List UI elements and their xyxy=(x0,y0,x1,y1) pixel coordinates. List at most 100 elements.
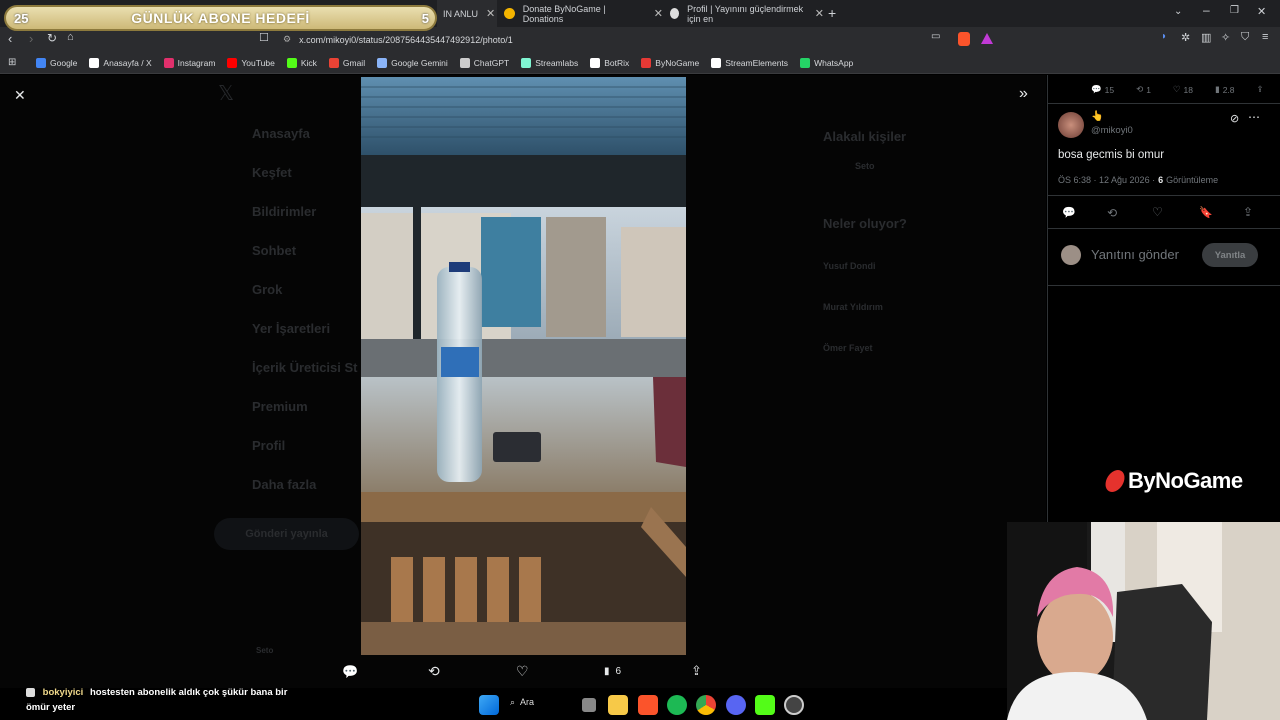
bookmark-action-icon[interactable]: 🔖 xyxy=(1199,206,1213,219)
ghost-nav-item: Premium xyxy=(252,399,308,414)
like-icon[interactable]: ♡ xyxy=(516,663,529,680)
tab-list-chevron-icon[interactable]: ⌄ xyxy=(1174,6,1182,17)
repost-stat[interactable]: ⟲ 1 xyxy=(1136,84,1151,95)
apps-grid-icon[interactable]: ⊞ xyxy=(8,57,16,68)
bookmark-item[interactable]: Streamlabs xyxy=(521,57,578,68)
sidebar-icon[interactable]: ▥ xyxy=(1201,31,1211,44)
minimize-button[interactable]: – xyxy=(1203,3,1210,17)
bookmark-page-icon[interactable]: ☐ xyxy=(259,31,269,44)
close-tab-icon[interactable]: ✕ xyxy=(815,7,824,20)
reply-button[interactable]: Yanıtla xyxy=(1202,243,1258,267)
ghost-name: Yusuf Dondi xyxy=(823,261,876,271)
bookmark-item[interactable]: BotRix xyxy=(590,57,630,68)
url-field[interactable]: ⚙ x.com/mikoyi0/status/20875644354474929… xyxy=(283,30,931,49)
tweet-views-label: Görüntüleme xyxy=(1166,175,1219,185)
bookmark-item[interactable]: ByNoGame xyxy=(641,57,699,68)
bookmark-label: BotRix xyxy=(604,57,630,68)
cast-icon[interactable]: ▭ xyxy=(931,31,940,42)
views-icon: ▮ xyxy=(604,666,610,677)
vpn-icon[interactable]: ⛉ xyxy=(1241,31,1249,44)
bookmark-label: Instagram xyxy=(177,57,216,68)
close-tab-icon[interactable]: ✕ xyxy=(486,7,495,20)
like-action-icon[interactable]: ♡ xyxy=(1152,205,1163,219)
brave-rewards-icon[interactable] xyxy=(981,33,993,44)
bookmark-item[interactable]: ChatGPT xyxy=(459,57,509,68)
bookmark-item[interactable]: Google Gemini xyxy=(377,57,448,68)
kick-app-icon[interactable] xyxy=(755,695,775,715)
chrome-icon[interactable] xyxy=(696,695,716,715)
close-tab-icon[interactable]: ✕ xyxy=(654,7,663,20)
ghost-name: Murat Yıldırım xyxy=(823,302,883,312)
start-button-icon[interactable] xyxy=(479,695,499,715)
task-view-icon[interactable] xyxy=(582,698,596,712)
bookmark-item[interactable]: Anasayfa / X xyxy=(89,57,152,68)
brave-taskbar-icon[interactable] xyxy=(638,695,658,715)
taskbar-search[interactable]: ⌕ Ara xyxy=(510,697,534,708)
views-count: 6 xyxy=(615,666,622,677)
tab-active[interactable]: IN ANLU ✕ xyxy=(437,0,497,27)
share-action-icon[interactable]: ⇪ xyxy=(1243,205,1253,219)
obs-icon[interactable] xyxy=(784,695,804,715)
file-explorer-icon[interactable] xyxy=(608,695,628,715)
repost-action-icon[interactable]: ⟲ xyxy=(1107,206,1117,220)
close-window-button[interactable]: ✕ xyxy=(1257,5,1266,18)
restore-button[interactable]: ❐ xyxy=(1230,5,1239,16)
more-options-icon[interactable]: ⋯ xyxy=(1248,110,1260,124)
top-stats: 💬 15 ⟲ 1 ♡ 18 ▮ 2.8 ⇪ xyxy=(1091,84,1264,95)
ghost-nav-item: Keşfet xyxy=(252,165,292,180)
reply-stat[interactable]: 💬 15 xyxy=(1091,84,1114,95)
site-info-icon[interactable]: ⚙ xyxy=(283,34,291,45)
ghost-who-to-follow: Alakalı kişiler xyxy=(823,129,907,144)
home-icon[interactable]: ⌂ xyxy=(67,31,74,43)
reload-icon[interactable]: ↻ xyxy=(47,31,57,45)
bookmark-item[interactable]: WhatsApp xyxy=(800,57,853,68)
reply-icon[interactable]: 💬 xyxy=(342,664,358,680)
ghost-nav-item: Profil xyxy=(252,438,286,453)
ghost-nav-item: İçerik Üreticisi St xyxy=(252,360,358,375)
discord-icon[interactable] xyxy=(726,695,746,715)
bookmark-label: Kick xyxy=(300,57,317,68)
back-arrow-icon[interactable]: ‹ xyxy=(8,31,12,46)
repost-icon[interactable]: ⟲ xyxy=(428,663,440,680)
bookmark-favicon-icon xyxy=(227,57,238,68)
brave-shield-icon[interactable] xyxy=(958,32,970,46)
bynogame-logo: ByNoGame xyxy=(1103,468,1243,494)
bookmark-label: Anasayfa / X xyxy=(103,57,152,68)
extensions-icon[interactable]: ✲ xyxy=(1181,31,1190,44)
audio-icon[interactable]: ◗ xyxy=(1161,31,1167,42)
bookmark-item[interactable]: Google xyxy=(36,57,78,68)
grok-icon[interactable]: ⊘ xyxy=(1230,112,1239,125)
x-logo-icon: 𝕏 xyxy=(218,83,235,105)
bookmark-favicon-icon xyxy=(459,57,470,68)
tab-donate[interactable]: Donate ByNoGame | Donations ✕ xyxy=(498,0,663,27)
new-tab-button[interactable]: + xyxy=(828,5,836,21)
share-stat-icon[interactable]: ⇪ xyxy=(1257,84,1264,95)
like-stat[interactable]: ♡ 18 xyxy=(1173,84,1193,95)
expand-panel-icon[interactable]: » xyxy=(1019,85,1028,103)
avatar[interactable] xyxy=(1058,112,1084,138)
reply-action-icon[interactable]: 💬 xyxy=(1062,206,1076,219)
bookmark-label: Google xyxy=(50,57,78,68)
share-icon[interactable]: ⇪ xyxy=(691,663,702,679)
webcam-image xyxy=(1007,522,1280,720)
bookmark-item[interactable]: Kick xyxy=(286,57,317,68)
leo-ai-icon[interactable]: ✧ xyxy=(1221,31,1230,44)
user-handle[interactable]: @mikoyi0 xyxy=(1091,125,1133,136)
tab-profile[interactable]: Profil | Yayınını güçlendirmek için en ✕ xyxy=(664,0,824,27)
reply-input[interactable]: Yanıtını gönder xyxy=(1091,247,1179,262)
ghost-account-name: Seto xyxy=(256,646,274,655)
close-viewer-button[interactable]: ✕ xyxy=(14,87,26,104)
bookmark-item[interactable]: Gmail xyxy=(328,57,365,68)
bookmark-item[interactable]: Instagram xyxy=(163,57,216,68)
menu-icon[interactable]: ≡ xyxy=(1262,31,1268,43)
bookmark-item[interactable]: YouTube xyxy=(227,57,275,68)
forward-arrow-icon[interactable]: › xyxy=(29,31,33,46)
tab-label: Donate ByNoGame | Donations xyxy=(522,3,606,24)
views-button[interactable]: ▮ 6 xyxy=(604,666,621,677)
profile-favicon-icon xyxy=(670,8,680,19)
views-stat[interactable]: ▮ 2.8 xyxy=(1215,84,1235,95)
bynogame-wordmark: ByNoGame xyxy=(1128,468,1243,493)
spotify-icon[interactable] xyxy=(667,695,687,715)
post-photo[interactable] xyxy=(361,77,686,655)
bookmark-item[interactable]: StreamElements xyxy=(711,57,788,68)
